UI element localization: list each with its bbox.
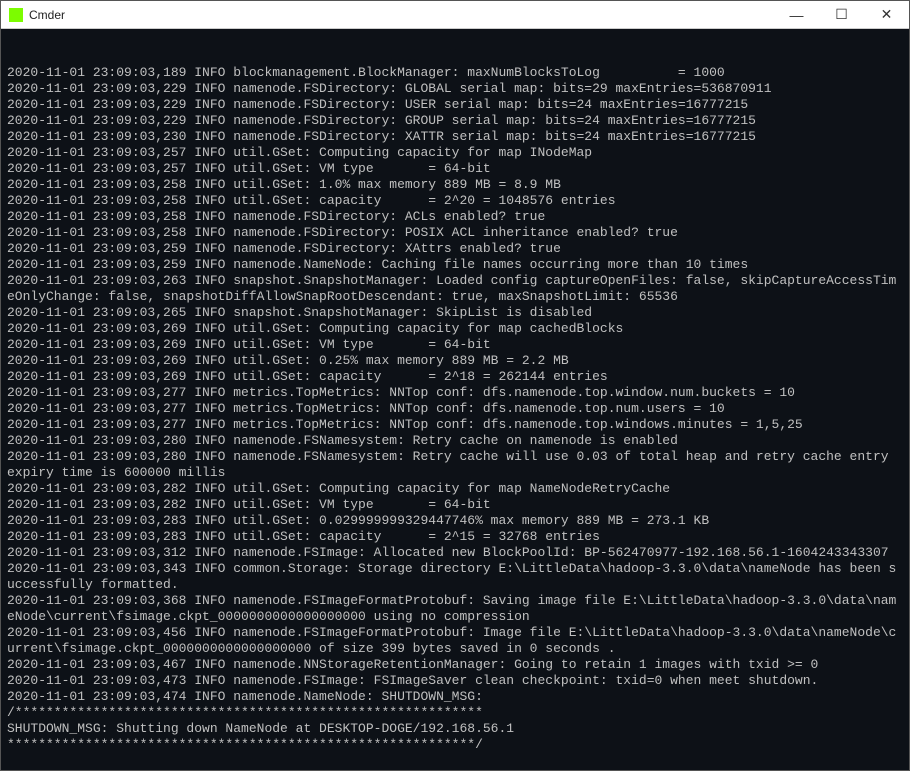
maximize-button[interactable]: ☐ [819, 1, 864, 29]
log-line: 2020-11-01 23:09:03,229 INFO namenode.FS… [7, 81, 903, 97]
log-line: 2020-11-01 23:09:03,230 INFO namenode.FS… [7, 129, 903, 145]
window-controls: — ☐ ✕ [774, 1, 909, 29]
log-line: 2020-11-01 23:09:03,343 INFO common.Stor… [7, 561, 903, 593]
log-line: 2020-11-01 23:09:03,283 INFO util.GSet: … [7, 529, 903, 545]
log-line: 2020-11-01 23:09:03,269 INFO util.GSet: … [7, 337, 903, 353]
log-line: 2020-11-01 23:09:03,282 INFO util.GSet: … [7, 481, 903, 497]
log-line: /***************************************… [7, 705, 903, 721]
log-line: 2020-11-01 23:09:03,265 INFO snapshot.Sn… [7, 305, 903, 321]
log-line: 2020-11-01 23:09:03,282 INFO util.GSet: … [7, 497, 903, 513]
log-line: 2020-11-01 23:09:03,263 INFO snapshot.Sn… [7, 273, 903, 305]
titlebar[interactable]: Cmder — ☐ ✕ [1, 1, 909, 29]
log-line: 2020-11-01 23:09:03,229 INFO namenode.FS… [7, 113, 903, 129]
minimize-button[interactable]: — [774, 1, 819, 29]
log-line: 2020-11-01 23:09:03,229 INFO namenode.FS… [7, 97, 903, 113]
log-line: ****************************************… [7, 737, 903, 753]
log-line: 2020-11-01 23:09:03,312 INFO namenode.FS… [7, 545, 903, 561]
log-line: 2020-11-01 23:09:03,258 INFO util.GSet: … [7, 177, 903, 193]
log-line: 2020-11-01 23:09:03,258 INFO namenode.FS… [7, 209, 903, 225]
app-icon [9, 8, 23, 22]
log-line: 2020-11-01 23:09:03,259 INFO namenode.FS… [7, 241, 903, 257]
window-title: Cmder [29, 8, 65, 22]
log-line: 2020-11-01 23:09:03,257 INFO util.GSet: … [7, 145, 903, 161]
log-line: 2020-11-01 23:09:03,456 INFO namenode.FS… [7, 625, 903, 657]
log-line: 2020-11-01 23:09:03,257 INFO util.GSet: … [7, 161, 903, 177]
close-button[interactable]: ✕ [864, 1, 909, 29]
log-line: 2020-11-01 23:09:03,258 INFO namenode.FS… [7, 225, 903, 241]
log-line: 2020-11-01 23:09:03,269 INFO util.GSet: … [7, 353, 903, 369]
log-line: 2020-11-01 23:09:03,269 INFO util.GSet: … [7, 321, 903, 337]
log-line: 2020-11-01 23:09:03,189 INFO blockmanage… [7, 65, 903, 81]
log-line: 2020-11-01 23:09:03,259 INFO namenode.Na… [7, 257, 903, 273]
log-line: 2020-11-01 23:09:03,368 INFO namenode.FS… [7, 593, 903, 625]
log-line: 2020-11-01 23:09:03,277 INFO metrics.Top… [7, 385, 903, 401]
log-line: 2020-11-01 23:09:03,467 INFO namenode.NN… [7, 657, 903, 673]
terminal-output[interactable]: 2020-11-01 23:09:03,189 INFO blockmanage… [1, 29, 909, 770]
log-line: 2020-11-01 23:09:03,277 INFO metrics.Top… [7, 401, 903, 417]
log-line: 2020-11-01 23:09:03,280 INFO namenode.FS… [7, 449, 903, 481]
titlebar-left: Cmder [9, 8, 65, 22]
log-line: 2020-11-01 23:09:03,474 INFO namenode.Na… [7, 689, 903, 705]
log-line: 2020-11-01 23:09:03,258 INFO util.GSet: … [7, 193, 903, 209]
app-window: Cmder — ☐ ✕ 2020-11-01 23:09:03,189 INFO… [0, 0, 910, 771]
log-line: SHUTDOWN_MSG: Shutting down NameNode at … [7, 721, 903, 737]
log-line: 2020-11-01 23:09:03,283 INFO util.GSet: … [7, 513, 903, 529]
log-line: 2020-11-01 23:09:03,269 INFO util.GSet: … [7, 369, 903, 385]
log-container: 2020-11-01 23:09:03,189 INFO blockmanage… [7, 65, 903, 753]
log-line: 2020-11-01 23:09:03,277 INFO metrics.Top… [7, 417, 903, 433]
log-line: 2020-11-01 23:09:03,280 INFO namenode.FS… [7, 433, 903, 449]
log-line: 2020-11-01 23:09:03,473 INFO namenode.FS… [7, 673, 903, 689]
